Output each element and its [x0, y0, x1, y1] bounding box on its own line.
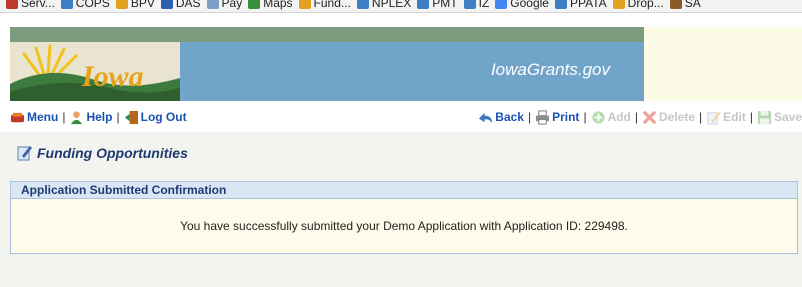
globe-icon [115, 0, 128, 9]
print-button[interactable]: Print [535, 109, 580, 125]
toolbar-separator: | [749, 110, 753, 124]
add-button[interactable]: Add [591, 110, 631, 125]
bookmark-item[interactable]: Drop... [612, 0, 664, 10]
save-label: Save [773, 110, 802, 124]
sa-icon [669, 0, 682, 9]
bookmark-item[interactable]: BPV [115, 0, 155, 10]
maps-icon [248, 0, 261, 9]
delete-label: Delete [659, 110, 696, 124]
add-label: Add [607, 110, 631, 124]
bookmark-item[interactable]: Google [495, 0, 549, 10]
menu-label: Menu [27, 110, 59, 124]
globe-icon [612, 0, 625, 9]
logout-label: Log Out [140, 110, 187, 124]
das-icon [160, 0, 173, 9]
confirmation-panel: Application Submitted Confirmation You h… [10, 181, 798, 254]
ie-page-icon [417, 0, 430, 9]
bookmark-label: Pay [221, 0, 243, 10]
toolbar-separator: | [583, 110, 587, 124]
bookmark-item[interactable]: Fund... [298, 0, 351, 10]
delete-button[interactable]: Delete [642, 110, 695, 125]
bookmark-label: Google [510, 0, 549, 10]
printer-icon [536, 109, 550, 125]
toolbar-separator: | [527, 110, 532, 124]
bookmark-label: Maps [263, 0, 293, 10]
ie-page-icon [356, 0, 369, 9]
toolbar-separator: | [634, 110, 639, 124]
page-title-text: Funding Opportunities [37, 145, 188, 161]
menu-icon [10, 112, 25, 122]
bookmark-item[interactable]: NPLEX [356, 0, 412, 10]
bookmark-label: DAS [175, 0, 201, 10]
help-person-icon [71, 110, 83, 124]
site-banner: Iowa IowaGrants.gov [10, 27, 644, 101]
bookmark-item[interactable]: DAS [160, 0, 201, 10]
bookmark-label: BPV [130, 0, 155, 10]
service-icon [6, 0, 18, 9]
help-label: Help [86, 110, 113, 124]
save-button[interactable]: Save [757, 110, 802, 125]
bookmark-label: PMT [432, 0, 458, 10]
iowa-logo-text: Iowa [81, 60, 144, 93]
bookmark-label: SA [684, 0, 701, 10]
banner-right-panel [644, 27, 802, 101]
toolbar: Menu | Help | Log Out Back | Print | Add… [0, 106, 802, 128]
bookmarks-bar: Serv... COPS BPV DAS Pay Maps Fund... NPLEX PMT I… [0, 0, 802, 13]
bookmark-label: Fund... [313, 0, 351, 10]
bookmark-label: Drop... [627, 0, 664, 10]
ie-page-icon [60, 0, 73, 9]
bookmark-item[interactable]: PPATA [554, 0, 607, 10]
add-icon [591, 110, 605, 124]
confirmation-panel-header: Application Submitted Confirmation [11, 182, 797, 199]
bookmark-item[interactable]: Maps [248, 0, 293, 10]
back-button[interactable]: Back [478, 110, 524, 125]
confirmation-message: You have successfully submitted your Dem… [180, 219, 628, 233]
ie-page-icon [554, 0, 567, 9]
banner-top-strip [10, 27, 644, 42]
bookmark-item[interactable]: Pay [206, 0, 243, 10]
save-disk-icon [757, 110, 772, 124]
toolbar-separator: | [62, 110, 66, 124]
edit-button[interactable]: Edit [706, 110, 746, 125]
bookmark-label: COPS [75, 0, 110, 10]
site-title: IowaGrants.gov [490, 60, 610, 79]
delete-x-icon [643, 110, 656, 124]
logout-button[interactable]: Log Out [124, 110, 187, 125]
help-button[interactable]: Help [69, 110, 112, 125]
bookmark-item[interactable]: PMT [417, 0, 458, 10]
pay-icon [206, 0, 219, 9]
menu-button[interactable]: Menu [10, 110, 58, 125]
bookmark-label: PPATA [569, 0, 607, 10]
toolbar-separator: | [116, 110, 120, 124]
page-title: Funding Opportunities [17, 145, 188, 161]
print-label: Print [552, 110, 580, 124]
bookmark-label: NPLEX [371, 0, 412, 10]
back-arrow-icon [479, 112, 493, 123]
bookmark-item[interactable]: Serv... [6, 0, 55, 10]
bookmark-item[interactable]: IZ [463, 0, 490, 10]
notepad-pencil-icon [17, 146, 32, 161]
bookmark-item[interactable]: SA [669, 0, 701, 10]
toolbar-separator: | [699, 110, 703, 124]
door-exit-icon [124, 110, 138, 124]
iowa-logo: Iowa [10, 42, 180, 101]
edit-pencil-icon [707, 111, 721, 125]
globe-icon [298, 0, 311, 9]
bookmark-item[interactable]: COPS [60, 0, 110, 10]
edit-label: Edit [723, 110, 746, 124]
google-icon [495, 0, 508, 9]
back-label: Back [495, 110, 524, 124]
bookmark-label: Serv... [21, 0, 55, 10]
bookmark-label: IZ [478, 0, 490, 10]
ie-page-icon [463, 0, 476, 9]
